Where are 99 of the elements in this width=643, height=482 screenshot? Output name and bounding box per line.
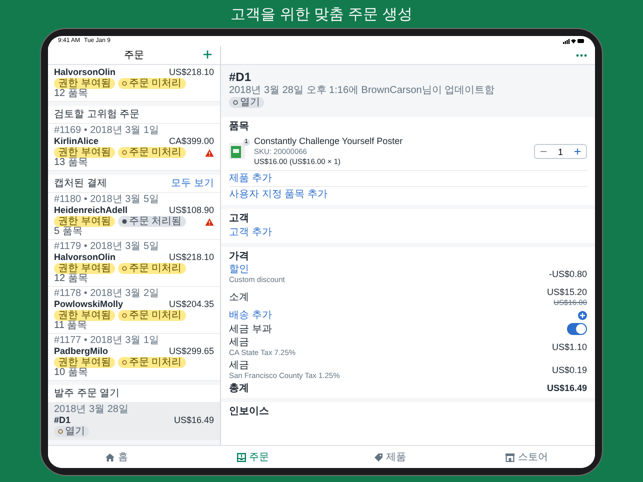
status-badge: 주문 미처리 <box>118 263 186 274</box>
status-dot-icon <box>122 266 127 271</box>
minus-icon <box>540 148 547 155</box>
status-badge: 권한 부여됨 <box>54 357 115 368</box>
status-badge: 권한 부여됨 <box>54 216 115 227</box>
status-dot-icon <box>122 360 127 365</box>
order-total: US$218.10 <box>168 252 214 263</box>
status-badge: 열기 <box>54 426 89 437</box>
view-all-link[interactable]: 모두 보기 <box>171 178 214 189</box>
section-heading: 캡처된 결제 <box>54 178 107 189</box>
price-label: 세금 <box>229 337 250 348</box>
status-dot-icon <box>122 313 127 318</box>
order-meta: #1179 • 2018년 3월 5일 <box>54 242 160 252</box>
card-heading: 고객 <box>229 212 250 225</box>
status-dot-icon <box>58 429 63 434</box>
customer-name: KirlinAlice <box>54 136 99 147</box>
order-total: US$218.10 <box>168 67 214 78</box>
tab-bar-item[interactable]: 제품 <box>322 446 458 468</box>
status-badge: 주문 처리됨 <box>118 216 186 227</box>
order-list-item[interactable]: HalvorsonOlin US$218.10 권한 부여됨 주문 미처리 12 품목 <box>48 65 220 102</box>
total-label: 총계 <box>229 383 249 394</box>
price-value: US$0.19 <box>552 365 587 376</box>
customer-name: HeidenreichAdell <box>54 205 128 216</box>
section-heading: 발주 주문 열기 <box>54 388 120 399</box>
inbox-icon <box>237 452 246 462</box>
price-value: US$15.20 <box>546 287 587 298</box>
status-dot-icon <box>233 100 238 105</box>
tab-bar-item[interactable]: 홈 <box>48 446 185 468</box>
item-count: 5 품목 <box>54 227 84 237</box>
product-name: Constantly Challenge Yourself Poster <box>254 136 404 147</box>
order-meta: 2018년 3월 28일 <box>54 405 130 415</box>
more-icon[interactable] <box>576 54 587 56</box>
plus-icon <box>574 148 581 155</box>
add-shipping-link[interactable]: 배송 추가 <box>229 310 272 321</box>
house-icon <box>104 452 115 462</box>
order-total: US$16.49 <box>174 415 214 426</box>
sidebar-title: 주문 <box>124 50 144 60</box>
poster-thumbnail-drawing <box>229 142 245 158</box>
order-meta: #1180 • 2018년 3월 5일 <box>54 195 160 205</box>
add-item-link[interactable]: 사용자 지정 품목 추가 <box>229 187 587 202</box>
discount-link[interactable]: 할인 <box>229 264 285 275</box>
item-count: 11 품목 <box>54 321 88 331</box>
status-badge: 권한 부여됨 <box>54 147 115 158</box>
order-meta: 2018년 3월 28일 오후 1:16에 BrownCarson님이 업데이트함 <box>229 85 495 96</box>
card-heading: 인보이스 <box>229 405 270 418</box>
card-heading: 품목 <box>229 120 250 133</box>
item-count: 10 품목 <box>54 368 89 378</box>
quantity-field[interactable]: 1 <box>552 146 569 156</box>
item-count: 13 품목 <box>54 158 89 168</box>
status-badge: 권한 부여됨 <box>54 78 115 89</box>
status-dot-icon <box>122 150 127 155</box>
status-badge: 주문 미처리 <box>118 310 186 321</box>
tax-toggle[interactable] <box>567 323 587 335</box>
status-badge: 권한 부여됨 <box>54 263 115 274</box>
customer-name: HalvorsonOlin <box>54 67 116 78</box>
tab-bar-item[interactable]: 주문 <box>184 446 322 468</box>
card-heading: 가격 <box>229 250 250 263</box>
price-value: -US$0.80 <box>548 269 587 280</box>
total-value: US$16.49 <box>546 383 587 394</box>
add-icon[interactable] <box>203 50 212 59</box>
tab-bar-item[interactable]: 스토어 <box>458 446 595 468</box>
section-heading: 검토할 고위험 주문 <box>54 109 140 120</box>
customer-name: PadbergMilo <box>54 346 108 357</box>
order-list-item[interactable]: #1178 • 2018년 3월 2일 PowlowskiMolly US$204.35 권한 부여됨 주문 미처리 11 품목 <box>48 287 220 334</box>
add-item-link[interactable]: 제품 추가 <box>229 171 587 187</box>
order-list-item[interactable]: 2018년 3월 28일 #D1 US$16.49 열기 <box>48 403 220 440</box>
order-total: US$204.35 <box>168 299 214 310</box>
price-label: 소계 <box>229 292 249 303</box>
customer-name: PowlowskiMolly <box>54 299 124 310</box>
customer-name: #D1 <box>54 415 71 426</box>
order-meta: #1177 • 2018년 3월 1일 <box>54 336 160 346</box>
page-title: 고객을 위한 맞춤 주문 생성 <box>230 5 412 25</box>
status-dot-icon <box>122 219 127 224</box>
status-badge: 주문 미처리 <box>118 147 186 158</box>
add-customer-link[interactable]: 고객 추가 <box>229 225 587 240</box>
order-total: US$299.65 <box>168 346 214 357</box>
status-badge: 주문 미처리 <box>118 357 186 368</box>
tag-icon <box>374 452 383 462</box>
order-meta: #1169 • 2018년 3월 1일 <box>54 126 160 136</box>
order-list-item[interactable]: #1180 • 2018년 3월 5일 HeidenreichAdell US$108.90 권한 부여됨 주문 처리됨 5 품목 <box>48 193 220 240</box>
item-count: 12 품목 <box>54 274 89 284</box>
status-dot-icon <box>122 81 127 86</box>
status-badge: 주문 미처리 <box>118 78 186 89</box>
order-list-item[interactable]: #1169 • 2018년 3월 1일 KirlinAlice CA$399.00 권한 부여됨 주문 미처리 13 품목 <box>48 124 220 171</box>
status-badge: 열기 <box>229 97 264 108</box>
order-list-item[interactable]: #1179 • 2018년 3월 5일 HalvorsonOlin US$218.10 권한 부여됨 주문 미처리 12 품목 <box>48 240 220 287</box>
status-icons <box>563 38 585 44</box>
status-badge: 권한 부여됨 <box>54 310 115 321</box>
customer-name: HalvorsonOlin <box>54 252 116 263</box>
price-label: 세금 <box>229 360 250 371</box>
order-total: US$108.90 <box>168 205 214 216</box>
item-count: 12 품목 <box>54 89 89 99</box>
order-list-item[interactable]: #1177 • 2018년 3월 1일 PadbergMilo US$299.65 권한 부여됨 주문 미처리 10 품목 <box>48 334 220 381</box>
toggle-label: 세금 부과 <box>229 324 272 334</box>
price-value: US$1.10 <box>552 342 587 353</box>
order-meta: #1178 • 2018년 3월 2일 <box>54 289 160 299</box>
order-title: #D1 <box>229 70 252 84</box>
store-icon <box>505 452 516 462</box>
order-total: CA$399.00 <box>168 136 214 147</box>
